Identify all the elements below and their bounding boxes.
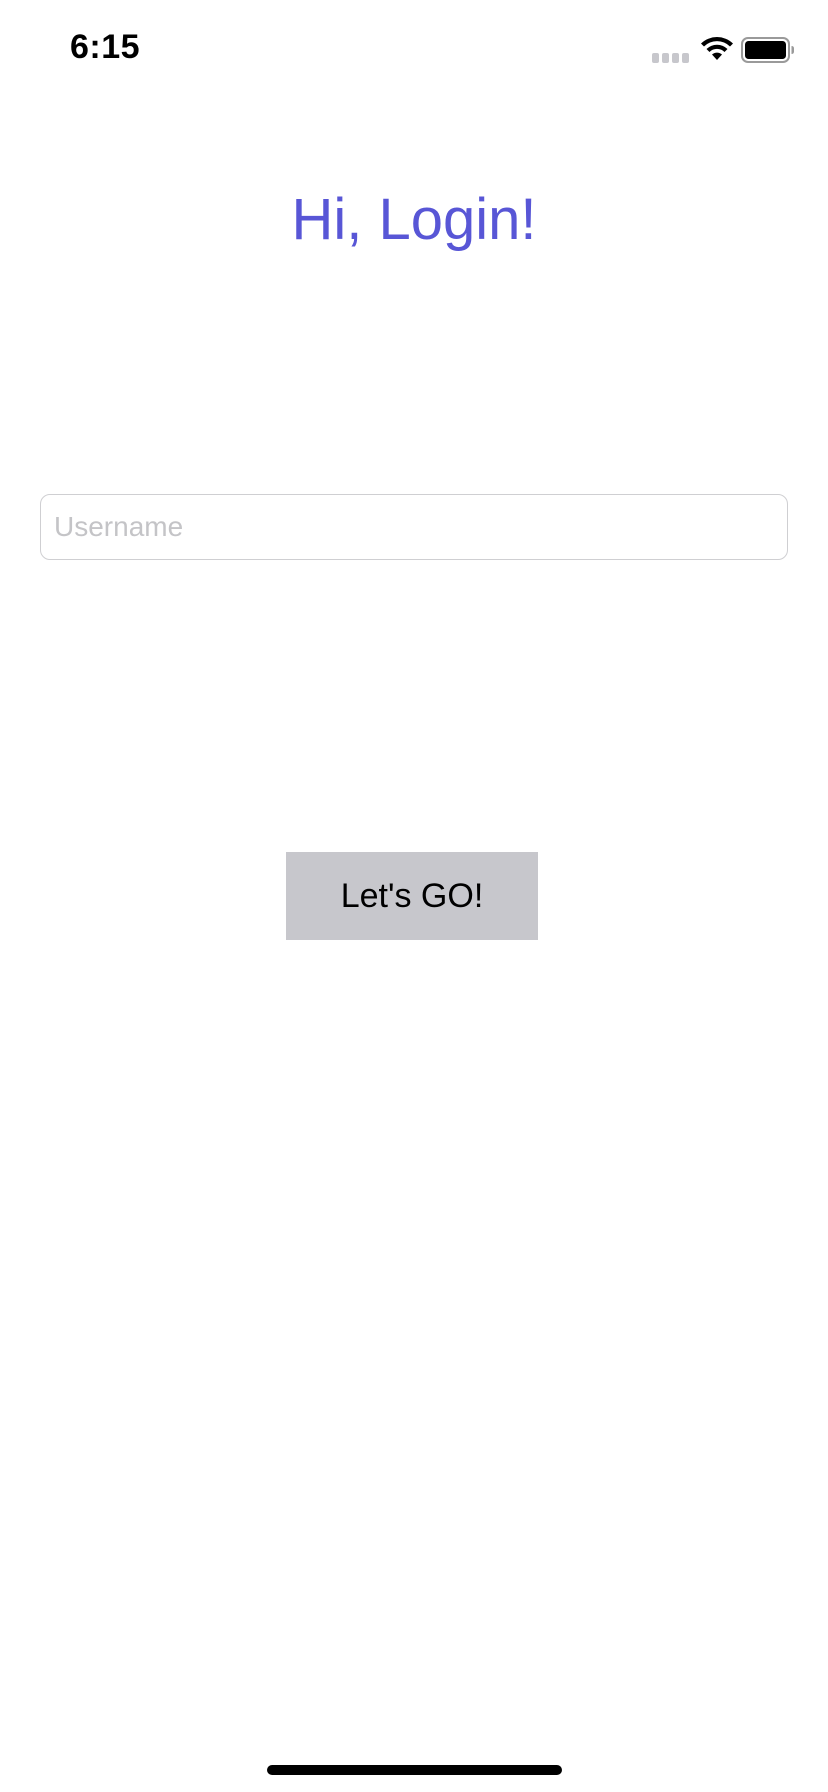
cellular-signal-icon: [652, 53, 690, 63]
home-indicator[interactable]: [267, 1765, 562, 1775]
page-title: Hi, Login!: [291, 187, 537, 252]
lets-go-button[interactable]: Let's GO!: [286, 852, 538, 940]
wifi-icon: [701, 37, 733, 60]
username-input[interactable]: [40, 494, 788, 560]
status-bar: 6:15: [0, 0, 828, 100]
status-time: 6:15: [70, 28, 141, 66]
battery-icon: [741, 37, 794, 63]
